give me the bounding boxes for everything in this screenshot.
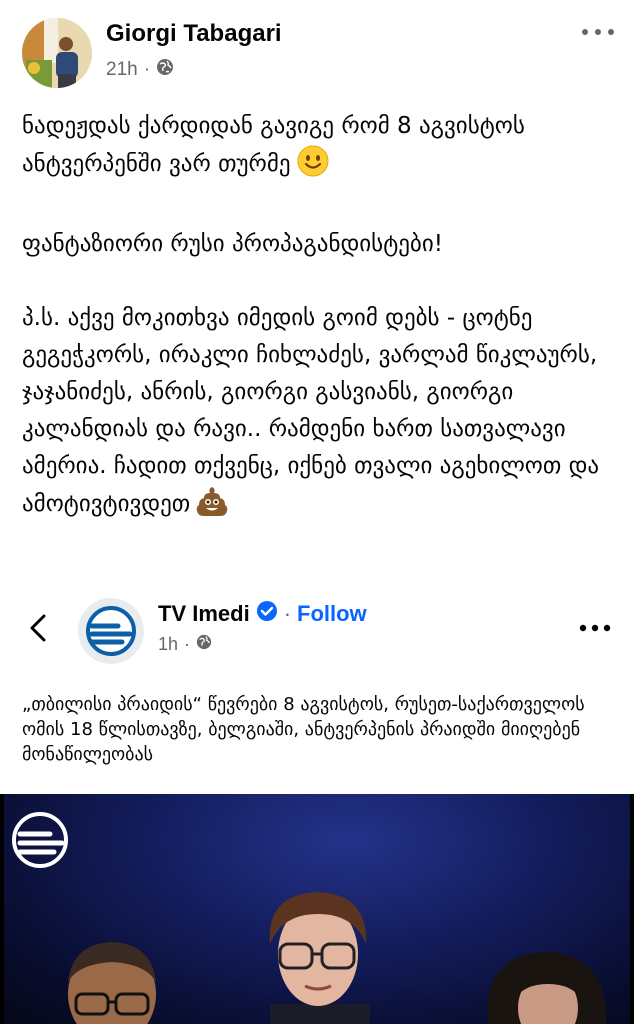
image-illustration [12,812,607,1024]
meta-separator: · [143,59,151,80]
tv-imedi-logo[interactable] [78,598,144,664]
post-paragraph-2: ფანტაზიორი რუსი პროპაგანდისტები! [22,231,443,257]
author-avatar[interactable] [22,18,92,88]
smiling-face-emoji-icon [297,145,329,189]
more-options-icon[interactable] [580,22,616,42]
shared-time[interactable]: 1h [158,634,178,655]
author-name[interactable]: Giorgi Tabagari [106,20,282,48]
globe-icon [196,634,212,655]
post-header: Giorgi Tabagari 21h · [0,0,634,100]
shared-post[interactable]: TV Imedi · Follow 1h · „თბილისი პრაიდის“… [0,598,634,1024]
shared-post-text: „თბილისი პრაიდის“ წევრები 8 აგვისტოს, რუ… [22,694,585,765]
post-meta: 21h · [106,58,174,82]
name-separator: · [283,601,292,626]
post-paragraph-1: ნადეჟდას ქარდიდან გავიგე რომ 8 აგვისტოს … [22,108,612,189]
person-center [269,892,370,1024]
person-left [68,942,156,1024]
globe-icon [156,58,174,82]
post-time[interactable]: 21h [106,59,138,81]
shared-post-image[interactable] [0,794,634,1024]
pile-of-poo-emoji-icon [196,485,228,529]
image-border-right [630,794,634,1024]
verified-badge-icon [256,600,278,628]
follow-button[interactable]: Follow [297,601,367,627]
shared-page-name[interactable]: TV Imedi [158,601,250,627]
image-border-left [0,794,4,1024]
more-options-icon[interactable] [578,620,612,636]
image-channel-logo [12,812,68,868]
shared-post-card: TV Imedi · Follow 1h · „თბილისი პრაიდის“… [0,598,634,784]
paragraph-3-text: პ.ს. აქვე მოკითხვა იმედის გოიმ დებს - ცო… [22,305,600,517]
meta-separator: · [184,634,191,654]
shared-page-header: TV Imedi · Follow [158,600,367,628]
post-text: ნადეჟდას ქარდიდან გავიგე რომ 8 აგვისტოს … [22,108,612,529]
shared-meta: 1h · [158,634,212,655]
back-arrow-icon[interactable] [22,610,56,646]
paragraph-1-text: ნადეჟდას ქარდიდან გავიგე რომ 8 აგვისტოს … [22,113,525,177]
post-paragraph-3: პ.ს. აქვე მოკითხვა იმედის გოიმ დებს - ცო… [22,300,612,529]
person-right [487,952,607,1024]
